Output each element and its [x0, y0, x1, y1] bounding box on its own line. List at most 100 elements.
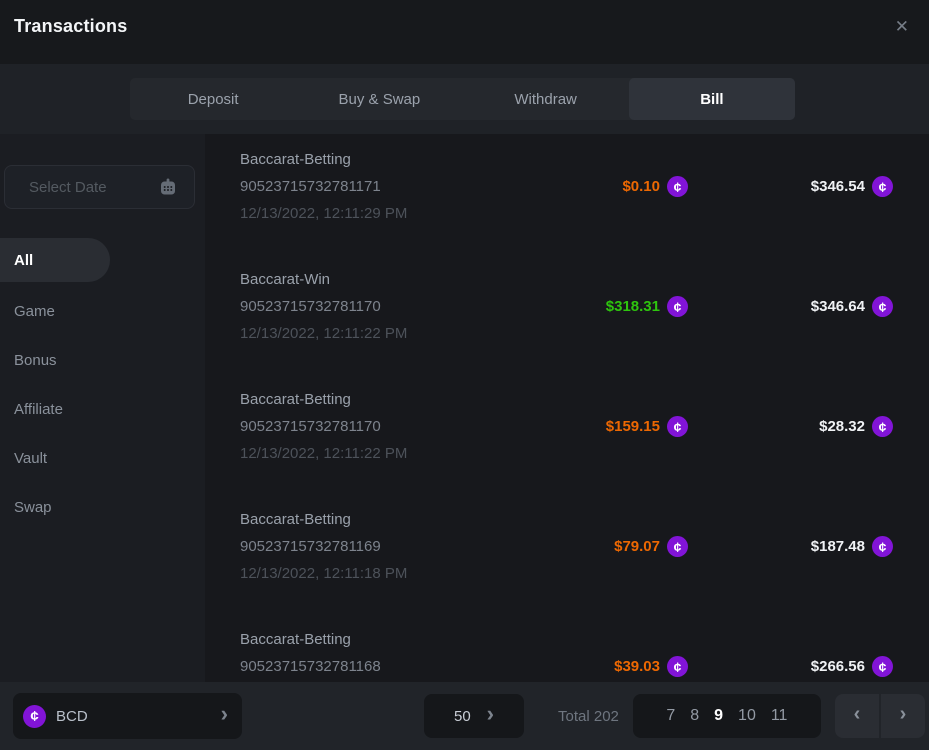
- filter-label: Affiliate: [14, 401, 63, 418]
- filter-item[interactable]: Game: [0, 287, 205, 336]
- transaction-id: 90523715732781170: [240, 413, 438, 440]
- tab[interactable]: Deposit: [130, 78, 296, 120]
- filter-item[interactable]: Affiliate: [0, 385, 205, 434]
- balance-value: $266.56: [811, 658, 865, 675]
- tab-label: Bill: [700, 91, 723, 108]
- page-number[interactable]: 8: [690, 707, 699, 725]
- transaction-row[interactable]: Baccarat-Win 90523715732781170 12/13/202…: [240, 266, 893, 386]
- bcd-coin-icon: ¢: [872, 656, 893, 677]
- balance-value: $28.32: [819, 418, 865, 435]
- transaction-datetime: 12/13/2022, 12:11:18 PM: [240, 560, 438, 587]
- pagination: 7 8 9 10 11: [633, 694, 821, 738]
- transaction-info: Baccarat-Betting 90523715732781170 12/13…: [240, 386, 438, 467]
- chevron-right-icon: ›: [487, 703, 494, 725]
- transaction-title: Baccarat-Betting: [240, 386, 438, 413]
- currency-label: BCD: [56, 708, 221, 725]
- transaction-row[interactable]: Baccarat-Betting 90523715732781170 12/13…: [240, 386, 893, 506]
- total-count: Total 202: [558, 708, 619, 725]
- bcd-coin-icon: ¢: [872, 296, 893, 317]
- transaction-balance: $28.32 ¢: [688, 413, 893, 440]
- transaction-info: Baccarat-Betting 90523715732781171 12/13…: [240, 146, 438, 227]
- transaction-id: 90523715732781170: [240, 293, 438, 320]
- amount-value: $79.07: [614, 538, 660, 555]
- transaction-amount: $318.31 ¢: [438, 293, 688, 320]
- transaction-id: 90523715732781168: [240, 653, 438, 680]
- transaction-id: 90523715732781171: [240, 173, 438, 200]
- bcd-coin-icon: ¢: [667, 536, 688, 557]
- prev-page-button[interactable]: ‹: [835, 694, 879, 738]
- filter-label: Swap: [14, 499, 52, 516]
- transaction-balance: $346.64 ¢: [688, 293, 893, 320]
- next-page-button[interactable]: ›: [881, 694, 925, 738]
- transaction-amount: $159.15 ¢: [438, 413, 688, 440]
- filter-list: All Game Bonus Affiliate Vau: [0, 238, 205, 532]
- balance-value: $346.54: [811, 178, 865, 195]
- transaction-balance: $346.54 ¢: [688, 173, 893, 200]
- modal-header: Transactions ✕: [0, 0, 929, 64]
- transaction-info: Baccarat-Betting 90523715732781168: [240, 626, 438, 680]
- date-filter-input[interactable]: Select Date: [4, 165, 195, 209]
- page-size-value: 50: [454, 708, 471, 725]
- transaction-row[interactable]: Baccarat-Betting 90523715732781168 $39.0…: [240, 626, 893, 682]
- filter-item[interactable]: Bonus: [0, 336, 205, 385]
- page-number[interactable]: 10: [738, 707, 756, 725]
- chevron-right-icon: ›: [221, 703, 228, 725]
- amount-value: $318.31: [606, 298, 660, 315]
- chevron-left-icon: ‹: [854, 704, 861, 724]
- bcd-coin-icon: ¢: [872, 536, 893, 557]
- bcd-coin-icon: ¢: [667, 296, 688, 317]
- filter-label: All: [14, 252, 33, 269]
- transaction-info: Baccarat-Betting 90523715732781169 12/13…: [240, 506, 438, 587]
- transaction-datetime: 12/13/2022, 12:11:22 PM: [240, 440, 438, 467]
- filter-item[interactable]: Vault: [0, 434, 205, 483]
- transaction-title: Baccarat-Betting: [240, 506, 438, 533]
- page-title: Transactions: [14, 16, 127, 37]
- tab-label: Deposit: [188, 91, 239, 108]
- bcd-coin-icon: ¢: [872, 416, 893, 437]
- transaction-row[interactable]: Baccarat-Betting 90523715732781171 12/13…: [240, 146, 893, 266]
- transaction-balance: $187.48 ¢: [688, 533, 893, 560]
- amount-value: $159.15: [606, 418, 660, 435]
- transaction-row[interactable]: Baccarat-Betting 90523715732781169 12/13…: [240, 506, 893, 626]
- filter-item[interactable]: Swap: [0, 483, 205, 532]
- tab[interactable]: Buy & Swap: [296, 78, 462, 120]
- filter-item[interactable]: All: [0, 238, 110, 282]
- page-size-selector[interactable]: 50 ›: [424, 694, 524, 738]
- transaction-amount: $79.07 ¢: [438, 533, 688, 560]
- tab-label: Buy & Swap: [339, 91, 421, 108]
- transaction-datetime: 12/13/2022, 12:11:29 PM: [240, 200, 438, 227]
- transaction-info: Baccarat-Win 90523715732781170 12/13/202…: [240, 266, 438, 347]
- bcd-coin-icon: ¢: [667, 416, 688, 437]
- pager-buttons: ‹ ›: [835, 694, 925, 738]
- page-number[interactable]: 9: [714, 707, 723, 725]
- page-number[interactable]: 7: [666, 707, 675, 725]
- calendar-icon: [158, 177, 178, 197]
- bcd-coin-icon: ¢: [667, 656, 688, 677]
- chevron-right-icon: ›: [900, 704, 907, 724]
- tab-label: Withdraw: [514, 91, 577, 108]
- transaction-title: Baccarat-Betting: [240, 626, 438, 653]
- modal-footer: ¢ BCD › 50 › Total 202 7 8 9 10 11 ‹: [0, 682, 929, 750]
- balance-value: $346.64: [811, 298, 865, 315]
- amount-value: $39.03: [614, 658, 660, 675]
- transaction-datetime: 12/13/2022, 12:11:22 PM: [240, 320, 438, 347]
- transaction-title: Baccarat-Win: [240, 266, 438, 293]
- bcd-coin-icon: ¢: [872, 176, 893, 197]
- tab[interactable]: Withdraw: [463, 78, 629, 120]
- close-icon[interactable]: ✕: [891, 16, 913, 37]
- amount-value: $0.10: [622, 178, 660, 195]
- tab-bar: Deposit Buy & Swap Withdraw Bill: [130, 78, 795, 120]
- tab[interactable]: Bill: [629, 78, 795, 120]
- transaction-id: 90523715732781169: [240, 533, 438, 560]
- filter-sidebar: Select Date All Game: [0, 134, 205, 682]
- bcd-coin-icon: ¢: [23, 705, 46, 728]
- tab-band: Deposit Buy & Swap Withdraw Bill: [0, 64, 929, 134]
- bcd-coin-icon: ¢: [667, 176, 688, 197]
- filter-label: Bonus: [14, 352, 57, 369]
- balance-value: $187.48: [811, 538, 865, 555]
- currency-selector[interactable]: ¢ BCD ›: [13, 693, 242, 739]
- transaction-balance: $266.56 ¢: [688, 653, 893, 680]
- page-number[interactable]: 11: [771, 707, 788, 725]
- date-placeholder: Select Date: [29, 179, 158, 196]
- transaction-amount: $39.03 ¢: [438, 653, 688, 680]
